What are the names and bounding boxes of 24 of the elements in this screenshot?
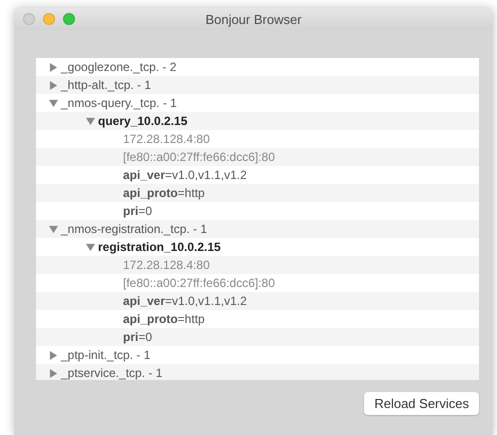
service-name[interactable]: _nmos-query._tcp. - 1: [61, 96, 177, 110]
instance-name[interactable]: query_10.0.2.15: [98, 114, 188, 128]
service-name[interactable]: _googlezone._tcp. - 2: [61, 60, 176, 74]
collapse-triangle-icon[interactable]: [86, 116, 95, 126]
reload-services-button[interactable]: Reload Services: [364, 392, 479, 415]
service-name[interactable]: _http-alt._tcp. - 1: [61, 78, 152, 92]
txt-record: api_ver=v1.0,v1.1,v1.2: [123, 168, 247, 182]
txt-record: api_proto=http: [123, 186, 205, 200]
address-text: [fe80::a00:27ff:fe66:dcc6]:80: [123, 276, 275, 290]
instance-name[interactable]: registration_10.0.2.15: [98, 240, 221, 254]
collapse-triangle-icon[interactable]: [49, 224, 58, 234]
minimize-button[interactable]: [43, 13, 55, 25]
txt-record: pri=0: [123, 330, 152, 344]
zoom-button[interactable]: [63, 13, 75, 25]
service-name[interactable]: _ptp-init._tcp. - 1: [61, 348, 150, 362]
collapse-triangle-icon[interactable]: [86, 242, 95, 252]
window-title: Bonjour Browser: [205, 12, 302, 26]
address-text: 172.28.128.4:80: [123, 258, 210, 272]
address-text: [fe80::a00:27ff:fe66:dcc6]:80: [123, 150, 275, 164]
collapse-triangle-icon[interactable]: [49, 98, 58, 108]
address-text: 172.28.128.4:80: [123, 132, 210, 146]
txt-record: api_proto=http: [123, 312, 205, 326]
txt-record: pri=0: [123, 204, 152, 218]
txt-record: api_ver=v1.0,v1.1,v1.2: [123, 294, 247, 308]
